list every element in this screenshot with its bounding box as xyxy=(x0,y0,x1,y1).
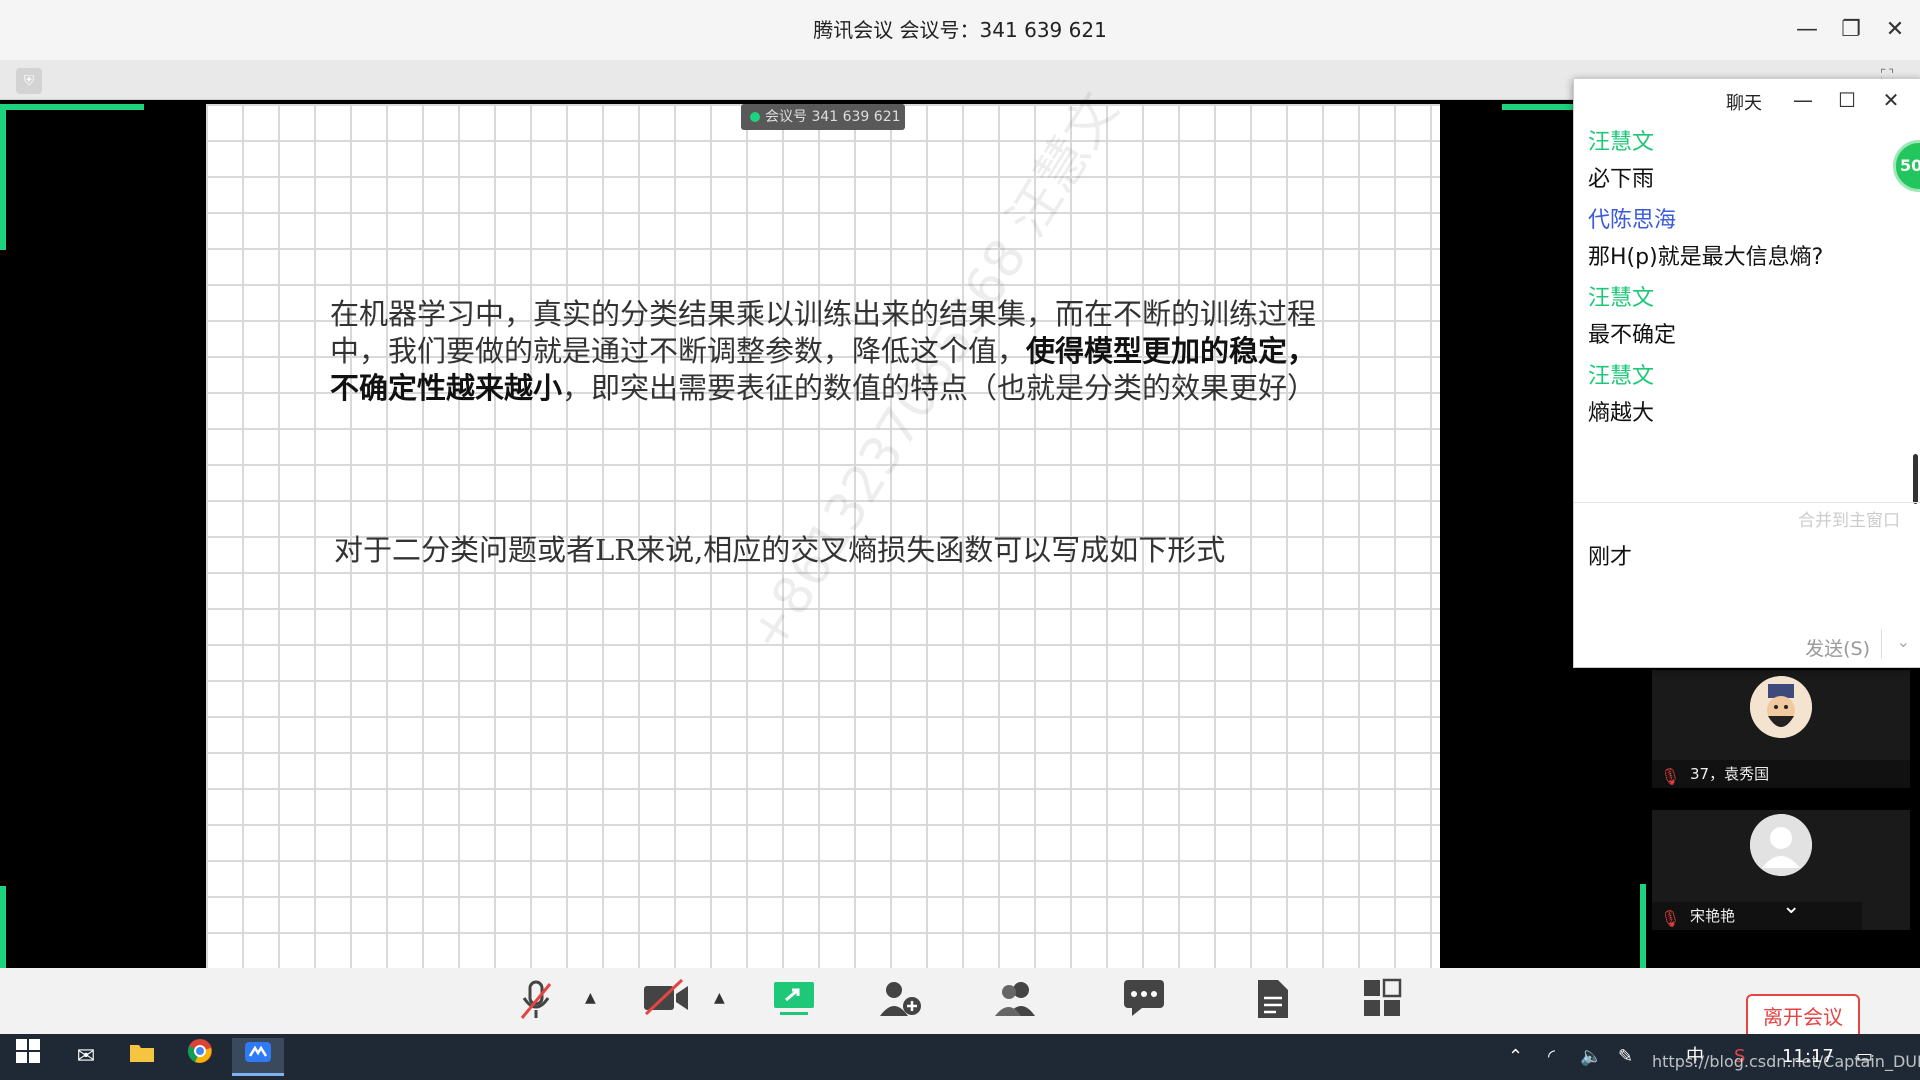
participant-name-bar: 🎙 宋艳艳 xyxy=(1652,902,1862,930)
wifi-icon[interactable]: ◜ xyxy=(1548,1034,1555,1080)
meeting-id-text: 会议号 341 639 621 xyxy=(765,109,901,125)
participant-name: 宋艳艳 xyxy=(1690,907,1736,925)
tray-chevron-icon[interactable]: ⌃ xyxy=(1508,1034,1523,1080)
avatar-cartoon xyxy=(1750,676,1812,738)
chat-minimize-button[interactable]: — xyxy=(1788,85,1818,115)
participant-tile[interactable]: 🎙 37，袁秀国 xyxy=(1652,670,1910,788)
video-off-icon[interactable] xyxy=(638,978,694,1026)
participant-name-bar: 🎙 37，袁秀国 xyxy=(1652,760,1910,788)
title-bar: 腾讯会议 会议号：341 639 621 — ❐ ✕ xyxy=(0,0,1920,60)
chat-input[interactable]: 刚才 xyxy=(1588,539,1632,571)
message-text: 熵越大 xyxy=(1588,401,1655,426)
mail-icon[interactable]: ✉ xyxy=(62,1038,110,1076)
chat-icon[interactable] xyxy=(1116,978,1172,1026)
mic-muted-icon: 🎙 xyxy=(1660,767,1681,786)
chevron-down-icon[interactable]: ⌄ xyxy=(1782,894,1800,919)
message-text: 最不确定 xyxy=(1588,323,1677,348)
message-text: 必下雨 xyxy=(1588,167,1655,192)
frame-corner-br-v xyxy=(1640,884,1646,968)
video-options-caret[interactable]: ▲ xyxy=(714,990,725,1006)
chat-scrollbar[interactable] xyxy=(1913,454,1918,504)
minimize-button[interactable]: — xyxy=(1789,12,1825,48)
restore-button[interactable]: ❐ xyxy=(1833,12,1869,48)
frame-corner-tl-v xyxy=(0,104,6,250)
windows-start-icon[interactable] xyxy=(4,1038,52,1076)
invite-icon[interactable] xyxy=(872,978,928,1026)
live-dot-icon xyxy=(750,112,760,122)
apps-icon[interactable] xyxy=(1354,978,1410,1026)
chat-window: 聊天 — ☐ ✕ 汪慧文 必下雨 代陈思海 那H(p)就是最大信息熵? 汪慧文 … xyxy=(1573,78,1920,668)
close-button[interactable]: ✕ xyxy=(1877,12,1913,48)
chat-title: 聊天 xyxy=(1726,93,1762,114)
merge-to-main-link[interactable]: 合并到主窗口 xyxy=(1798,506,1900,531)
mic-muted-icon: 🎙 xyxy=(1660,909,1681,928)
shared-slide: 在机器学习中，真实的分类结果乘以训练出来的结果集，而在不断的训练过程中，我们要做… xyxy=(206,83,1440,968)
chat-close-button[interactable]: ✕ xyxy=(1876,85,1906,115)
tencent-meeting-taskbar-icon[interactable] xyxy=(232,1038,284,1076)
chat-divider xyxy=(1574,502,1920,503)
mic-options-caret[interactable]: ▲ xyxy=(585,990,596,1006)
send-options-icon[interactable]: ⌄ xyxy=(1897,632,1910,651)
chat-maximize-button[interactable]: ☐ xyxy=(1832,85,1862,115)
participant-tile[interactable]: 🎙 宋艳艳 ⌄ xyxy=(1652,810,1910,930)
frame-corner-tl-h xyxy=(0,104,144,110)
send-divider xyxy=(1881,629,1882,659)
participant-name: 37，袁秀国 xyxy=(1690,765,1770,783)
avatar-default xyxy=(1750,814,1812,876)
shield-icon[interactable]: ⛨ xyxy=(16,68,42,94)
meeting-id-tag: 会议号 341 639 621 xyxy=(741,104,905,130)
file-explorer-icon[interactable] xyxy=(118,1038,166,1076)
volume-icon[interactable]: 🔈 xyxy=(1580,1034,1602,1080)
ime-mode-icon[interactable]: ✎ xyxy=(1618,1034,1633,1080)
slide-paragraph-1: 在机器学习中，真实的分类结果乘以训练出来的结果集，而在不断的训练过程中，我们要做… xyxy=(330,296,1330,407)
message-sender: 汪慧文 xyxy=(1588,364,1655,389)
message-sender: 代陈思海 xyxy=(1588,208,1677,233)
mic-muted-icon[interactable] xyxy=(508,978,564,1026)
frame-corner-bl-v xyxy=(0,886,6,968)
chat-messages: 汪慧文 必下雨 代陈思海 那H(p)就是最大信息熵? 汪慧文 最不确定 汪慧文 … xyxy=(1588,127,1888,431)
share-screen-icon[interactable] xyxy=(766,978,822,1026)
meeting-toolbar: ▲ ▲ 离开会议 xyxy=(0,968,1920,1040)
chat-header: 聊天 — ☐ ✕ xyxy=(1574,79,1920,123)
window-title: 腾讯会议 会议号：341 639 621 xyxy=(813,18,1107,42)
members-icon[interactable] xyxy=(988,978,1044,1026)
document-icon[interactable] xyxy=(1244,978,1300,1026)
message-sender: 汪慧文 xyxy=(1588,286,1655,311)
message-sender: 汪慧文 xyxy=(1588,130,1655,155)
frame-corner-tr-h xyxy=(1502,104,1582,110)
windows-taskbar: ✉ ⌃ ◜ 🔈 ✎ 中 S 11:17 ▭ xyxy=(0,1034,1920,1080)
send-button[interactable]: 发送(S) xyxy=(1805,634,1870,661)
message-text: 那H(p)就是最大信息熵? xyxy=(1588,245,1824,270)
chrome-icon[interactable] xyxy=(176,1038,224,1076)
url-watermark: https://blog.csdn.net/Captain_DUDU xyxy=(1652,1052,1920,1071)
